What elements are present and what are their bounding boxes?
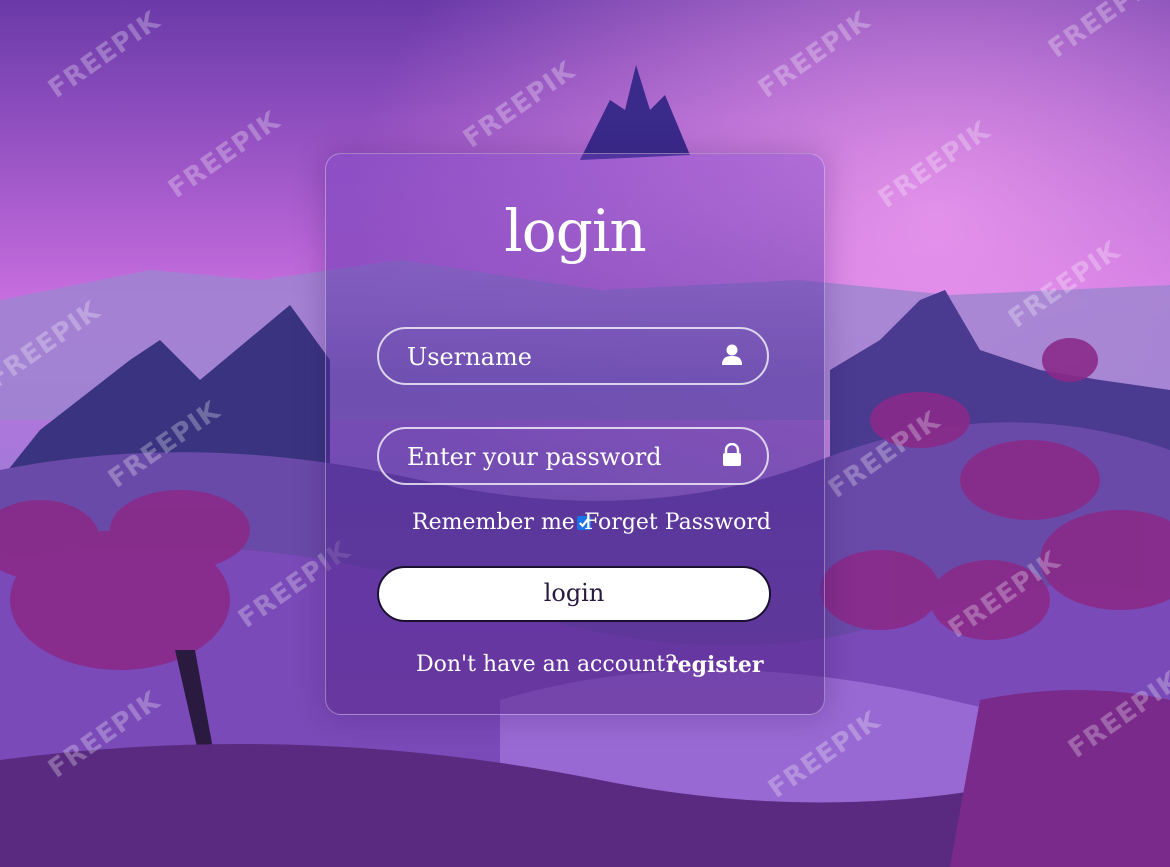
remember-me: Remember me [412,510,591,535]
register-link[interactable]: register [666,652,763,678]
forgot-password-link[interactable]: Forget Password [584,510,771,535]
user-icon [722,344,742,365]
remember-me-label: Remember me [412,510,575,535]
password-input[interactable] [405,429,729,485]
lock-icon [723,443,741,466]
username-input[interactable] [405,329,729,385]
username-field[interactable] [377,327,769,385]
password-field[interactable] [377,427,769,485]
login-title: login [504,197,647,265]
no-account-text: Don't have an account? [416,652,677,677]
login-button[interactable]: login [377,566,771,622]
login-card: login Remember me Forget Password login … [325,153,825,715]
